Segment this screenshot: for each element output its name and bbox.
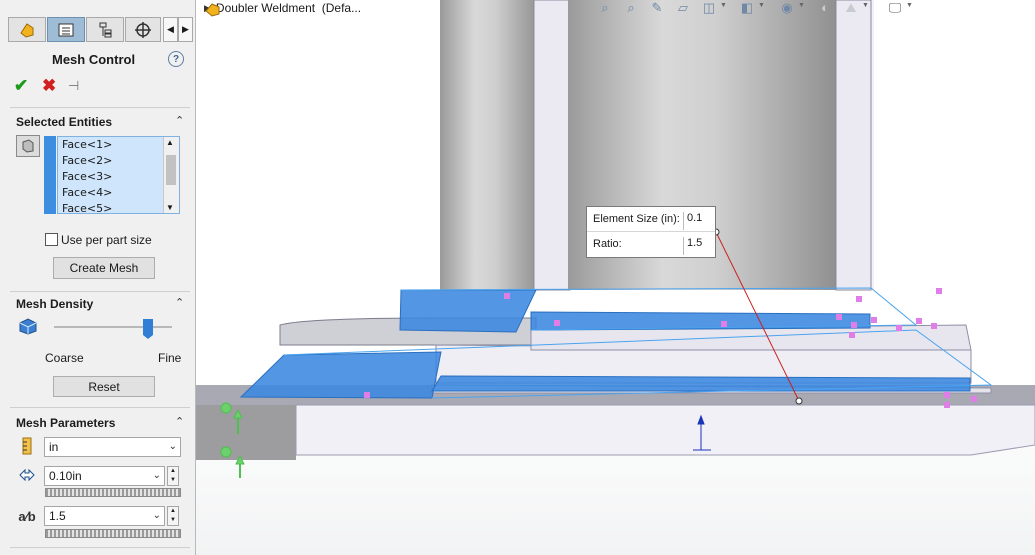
dimxpert-icon [135, 21, 151, 38]
element-size-field[interactable]: 0.10in ⌄ [44, 466, 165, 486]
dimxpert-tab[interactable] [125, 17, 161, 42]
collapse-chevron-icon[interactable]: ⌃ [175, 114, 184, 127]
selection-active-bar [44, 136, 56, 214]
ok-check-icon[interactable]: ✔ [14, 76, 28, 96]
divider [10, 547, 190, 548]
ratio-thumbwheel[interactable] [45, 529, 181, 538]
tab-scroll-left-icon[interactable]: ◀ [163, 17, 178, 42]
selected-entities-list[interactable]: Face<1> Face<2> Face<3> Face<4> Face<5> … [57, 136, 180, 217]
chevron-down-icon[interactable]: ▼ [862, 2, 869, 9]
mesh-density-heading: Mesh Density [16, 297, 94, 311]
zoom-to-fit-icon[interactable]: ⌕ [596, 0, 614, 16]
face-selection-icon [16, 135, 40, 157]
coarse-label: Coarse [45, 351, 84, 365]
mesh-density-slider-track[interactable] [54, 326, 172, 328]
callout-row: Ratio: 1.5 [587, 232, 715, 256]
view-settings-icon[interactable]: 🖵 [886, 0, 904, 16]
part-name-label: Doubler Weldment (Defa... [215, 1, 362, 15]
list-item[interactable]: Face<2> [58, 153, 179, 169]
configuration-manager-icon [99, 22, 112, 37]
ruler-units-icon [18, 437, 36, 455]
ratio-callout-value[interactable]: 1.5 [683, 237, 714, 255]
ratio-callout-label: Ratio: [593, 238, 622, 250]
mesh-control-callout[interactable]: Element Size (in): 0.1 Ratio: 1.5 [586, 206, 716, 258]
fine-label: Fine [158, 351, 182, 365]
property-manager-icon [58, 23, 74, 36]
section-view-icon[interactable]: ▱ [674, 0, 692, 16]
element-size-value: 0.10in [49, 469, 82, 483]
part-icon [205, 3, 220, 17]
list-item[interactable]: Face<4> [58, 185, 179, 201]
ratio-icon: a⁄b [18, 508, 36, 524]
divider [10, 291, 190, 292]
page-title: Mesh Control [52, 52, 136, 67]
use-per-part-size-label: Use per part size [61, 233, 152, 247]
unit-select-value: in [49, 440, 59, 454]
element-size-icon [18, 466, 36, 484]
collapse-chevron-icon[interactable]: ⌃ [175, 415, 184, 428]
list-item[interactable]: Face<3> [58, 169, 179, 185]
feature-manager-icon [20, 22, 34, 38]
model-3d-view[interactable] [196, 0, 1035, 555]
tab-scroll-right-icon[interactable]: ▶ [178, 17, 193, 42]
previous-view-icon[interactable]: ✎ [648, 0, 666, 16]
create-mesh-button[interactable]: Create Mesh [53, 257, 155, 279]
chevron-down-icon[interactable]: ⌄ [153, 467, 161, 485]
leader-end-handle[interactable] [795, 397, 803, 405]
list-item[interactable]: Face<1> [58, 137, 179, 153]
unit-select[interactable]: in ⌄ [44, 437, 181, 457]
property-manager-tab[interactable] [47, 17, 85, 42]
chevron-down-icon[interactable]: ▼ [906, 2, 913, 9]
selected-entities-heading: Selected Entities [16, 115, 113, 129]
scroll-down-icon[interactable]: ▼ [166, 203, 174, 212]
heads-up-view-toolbar: ⌕ ⌕ ✎ ▱ ◫ ▼ ◧ ▼ ◉ ▼ ◐ ⛰ ▼ 🖵 ▼ [596, 0, 926, 18]
collapse-chevron-icon[interactable]: ⌃ [175, 296, 184, 309]
view-orientation-icon[interactable]: ◫ [700, 0, 718, 16]
hide-show-items-icon[interactable]: ◉ [778, 0, 796, 16]
ratio-value: 1.5 [49, 509, 66, 523]
mesh-density-slider-thumb[interactable] [143, 319, 154, 339]
element-size-thumbwheel[interactable] [45, 488, 181, 497]
property-manager-panel: ◀ ▶ Mesh Control ? ✔ ✖ ⊣ Selected Entiti… [0, 0, 196, 555]
ratio-field[interactable]: 1.5 ⌄ [44, 506, 165, 526]
chevron-down-icon[interactable]: ▼ [720, 2, 727, 9]
mesh-density-icon [18, 317, 38, 338]
element-size-callout-label: Element Size (in): [593, 213, 680, 225]
flyout-tree-row[interactable]: ▶ Doubler Weldment (Defa... [204, 1, 362, 17]
divider [10, 407, 190, 408]
element-size-callout-value[interactable]: 0.1 [683, 212, 714, 230]
base-plate-side [196, 405, 296, 460]
base-plate-front [295, 404, 1035, 456]
reset-button[interactable]: Reset [53, 376, 155, 397]
edit-appearance-icon[interactable]: ◐ [816, 0, 834, 16]
display-style-icon[interactable]: ◧ [738, 0, 756, 16]
chevron-down-icon[interactable]: ▼ [798, 2, 805, 9]
scroll-up-icon[interactable]: ▲ [166, 138, 174, 147]
cancel-x-icon[interactable]: ✖ [42, 76, 56, 96]
feature-manager-tab[interactable] [8, 17, 46, 42]
pin-icon[interactable]: ⊣ [68, 78, 79, 94]
chevron-down-icon: ⌄ [168, 441, 177, 452]
divider [10, 107, 190, 108]
apply-scene-icon[interactable]: ⛰ [842, 0, 860, 16]
ratio-spinner[interactable]: ▲ ▼ [167, 506, 179, 526]
callout-row: Element Size (in): 0.1 [587, 207, 715, 232]
scroll-thumb[interactable] [166, 155, 176, 185]
element-size-spinner[interactable]: ▲ ▼ [167, 466, 179, 486]
manager-tabs: ◀ ▶ [8, 17, 194, 42]
chevron-down-icon[interactable]: ▼ [758, 2, 765, 9]
list-item[interactable]: Face<5> [58, 201, 179, 217]
help-icon[interactable]: ? [168, 51, 184, 67]
zoom-to-area-icon[interactable]: ⌕ [622, 0, 640, 16]
graphics-viewport[interactable]: ▶ Doubler Weldment (Defa... ⌕ ⌕ ✎ ▱ ◫ ▼ … [196, 0, 1035, 555]
configuration-manager-tab[interactable] [86, 17, 124, 42]
left-column [440, 0, 540, 290]
list-scrollbar[interactable]: ▲ ▼ [163, 137, 179, 213]
mesh-parameters-heading: Mesh Parameters [16, 416, 116, 430]
use-per-part-size-checkbox[interactable] [45, 233, 58, 246]
chevron-down-icon[interactable]: ⌄ [153, 507, 161, 525]
